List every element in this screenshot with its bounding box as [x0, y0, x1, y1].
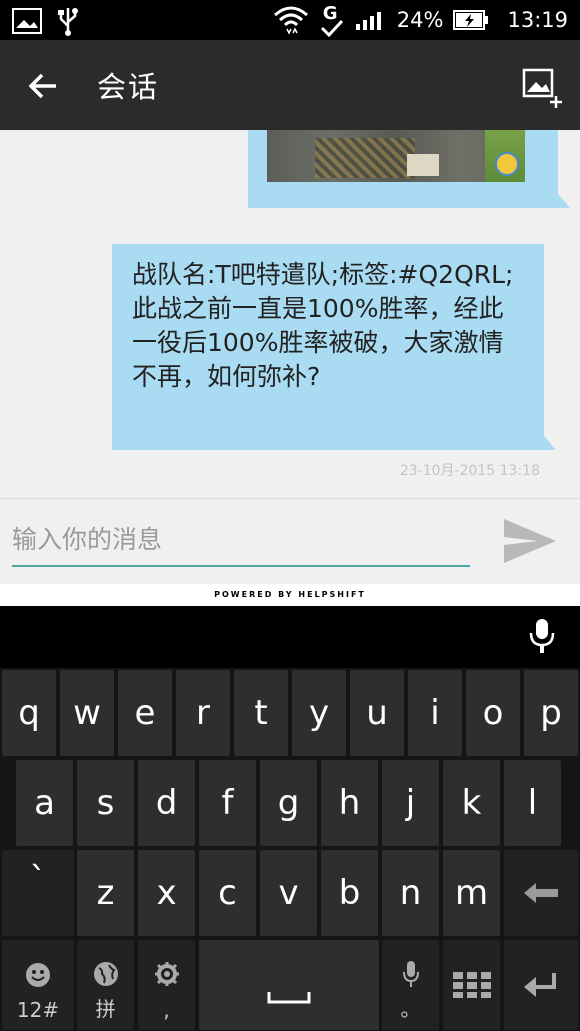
key-y[interactable]: y — [292, 670, 346, 756]
key-o[interactable]: o — [466, 670, 520, 756]
space-key[interactable] — [199, 940, 379, 1030]
battery-charging-icon — [453, 10, 489, 30]
enter-icon — [524, 973, 556, 997]
page-title: 会话 — [97, 70, 160, 104]
settings-key[interactable]: , — [138, 940, 195, 1030]
keypad-grid-icon — [452, 972, 491, 998]
message-timestamp: 23-10月-2015 13:18 — [399, 463, 540, 479]
key-n[interactable]: n — [382, 850, 439, 936]
usb-icon — [58, 8, 78, 36]
send-icon[interactable] — [502, 515, 558, 567]
battery-percent: 24% — [396, 8, 444, 32]
key-t[interactable]: t — [234, 670, 288, 756]
key-w[interactable]: w — [60, 670, 114, 756]
backspace-key[interactable] — [504, 850, 578, 936]
powered-by-helpshift: POWERED BY HELPSHIFT — [0, 584, 580, 606]
game-app-icon — [495, 152, 519, 176]
key-s[interactable]: s — [77, 760, 134, 846]
key-b[interactable]: b — [321, 850, 378, 936]
globe-icon — [93, 962, 118, 986]
wifi-icon — [273, 6, 308, 35]
key-g[interactable]: g — [260, 760, 317, 846]
key-m[interactable]: m — [443, 850, 500, 936]
gear-icon — [154, 962, 179, 986]
status-bar: G 24% 13:19 — [0, 0, 580, 40]
language-key[interactable]: 拼 — [77, 940, 134, 1030]
backspace-icon — [524, 883, 558, 903]
settings-key-label: , — [163, 998, 170, 1022]
key-e[interactable]: e — [118, 670, 172, 756]
key-l[interactable]: l — [504, 760, 561, 846]
text-message-bubble[interactable]: 战队名:T吧特遣队;标签:#Q2QRL;此战之前一直是100%胜率，经此一役后1… — [112, 244, 556, 450]
signal-icon — [355, 12, 381, 30]
keypad-key[interactable] — [443, 940, 500, 1030]
key-z[interactable]: z — [77, 850, 134, 936]
enter-key[interactable] — [504, 940, 578, 1030]
compose-bar — [0, 498, 580, 584]
key-j[interactable]: j — [382, 760, 439, 846]
key-f[interactable]: f — [199, 760, 256, 846]
thumbnail-base-area — [315, 138, 415, 178]
back-arrow-icon[interactable] — [22, 64, 66, 108]
key-h[interactable]: h — [321, 760, 378, 846]
status-right-icons: G 24% 13:19 — [273, 0, 568, 40]
emoji-key-label: 12# — [16, 998, 60, 1022]
key-p[interactable]: p — [524, 670, 578, 756]
message-input[interactable] — [12, 513, 470, 567]
voice-key[interactable]: 。 — [382, 940, 439, 1030]
key-d[interactable]: d — [138, 760, 195, 846]
key-backtick[interactable]: ` — [2, 850, 74, 936]
clock: 13:19 — [507, 8, 568, 32]
gallery-notification-icon — [12, 8, 42, 34]
smiley-icon — [26, 963, 50, 987]
keyboard-suggestion-bar — [0, 606, 580, 668]
status-left-icons — [12, 6, 80, 36]
key-x[interactable]: x — [138, 850, 195, 936]
key-a[interactable]: a — [16, 760, 73, 846]
voice-key-label: 。 — [400, 997, 421, 1021]
screenshot-thumbnail[interactable] — [267, 130, 525, 182]
attach-image-icon[interactable] — [522, 66, 566, 110]
message-text: 战队名:T吧特遣队;标签:#Q2QRL;此战之前一直是100%胜率，经此一役后1… — [132, 260, 514, 391]
app-bar: 会话 — [0, 40, 580, 130]
check-icon — [320, 19, 343, 37]
network-type-icon: G — [319, 3, 345, 37]
voice-input-icon[interactable] — [528, 618, 556, 654]
soft-keyboard: q w e r t y u i o p a s d f g h j k l ` … — [0, 668, 580, 1031]
key-u[interactable]: u — [350, 670, 404, 756]
language-key-label: 拼 — [95, 997, 116, 1021]
key-c[interactable]: c — [199, 850, 256, 936]
key-q[interactable]: q — [2, 670, 56, 756]
microphone-icon — [402, 961, 419, 987]
key-v[interactable]: v — [260, 850, 317, 936]
key-k[interactable]: k — [443, 760, 500, 846]
emoji-key[interactable]: 12# — [2, 940, 74, 1030]
key-r[interactable]: r — [176, 670, 230, 756]
key-i[interactable]: i — [408, 670, 462, 756]
conversation-area[interactable]: 战队名:T吧特遣队;标签:#Q2QRL;此战之前一直是100%胜率，经此一役后1… — [0, 130, 580, 498]
space-bar-icon — [267, 992, 311, 1004]
thumbnail-label — [407, 154, 439, 176]
image-message-bubble[interactable] — [248, 130, 570, 208]
